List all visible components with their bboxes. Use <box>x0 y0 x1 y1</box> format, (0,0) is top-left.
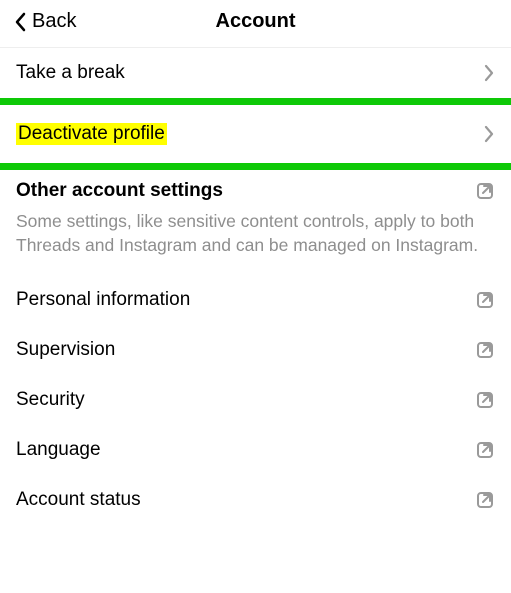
chevron-right-icon <box>483 64 495 82</box>
supervision-row[interactable]: Supervision <box>0 325 511 375</box>
language-row[interactable]: Language <box>0 425 511 475</box>
back-button[interactable]: Back <box>14 10 76 33</box>
highlight-bar-top <box>0 98 511 105</box>
external-link-icon <box>475 340 495 360</box>
personal-information-label: Personal information <box>16 289 190 311</box>
external-link-icon <box>475 181 495 201</box>
highlight-bar-bottom <box>0 163 511 170</box>
language-label: Language <box>16 439 101 461</box>
account-status-row[interactable]: Account status <box>0 475 511 525</box>
other-account-settings-header[interactable]: Other account settings <box>0 170 511 206</box>
back-label: Back <box>32 10 76 33</box>
external-link-icon <box>475 440 495 460</box>
other-account-settings-desc: Some settings, like sensitive content co… <box>0 206 511 275</box>
external-link-icon <box>475 490 495 510</box>
security-label: Security <box>16 389 85 411</box>
external-link-icon <box>475 390 495 410</box>
take-a-break-row[interactable]: Take a break <box>0 48 511 98</box>
header-bar: Back Account <box>0 0 511 48</box>
personal-information-row[interactable]: Personal information <box>0 275 511 325</box>
deactivate-profile-row[interactable]: Deactivate profile <box>0 105 511 163</box>
take-a-break-label: Take a break <box>16 62 125 84</box>
supervision-label: Supervision <box>16 339 115 361</box>
page-title: Account <box>216 10 296 33</box>
security-row[interactable]: Security <box>0 375 511 425</box>
chevron-left-icon <box>14 12 28 32</box>
external-link-icon <box>475 290 495 310</box>
deactivate-profile-label: Deactivate profile <box>16 123 167 145</box>
account-status-label: Account status <box>16 489 141 511</box>
chevron-right-icon <box>483 125 495 143</box>
other-account-settings-title: Other account settings <box>16 180 223 202</box>
